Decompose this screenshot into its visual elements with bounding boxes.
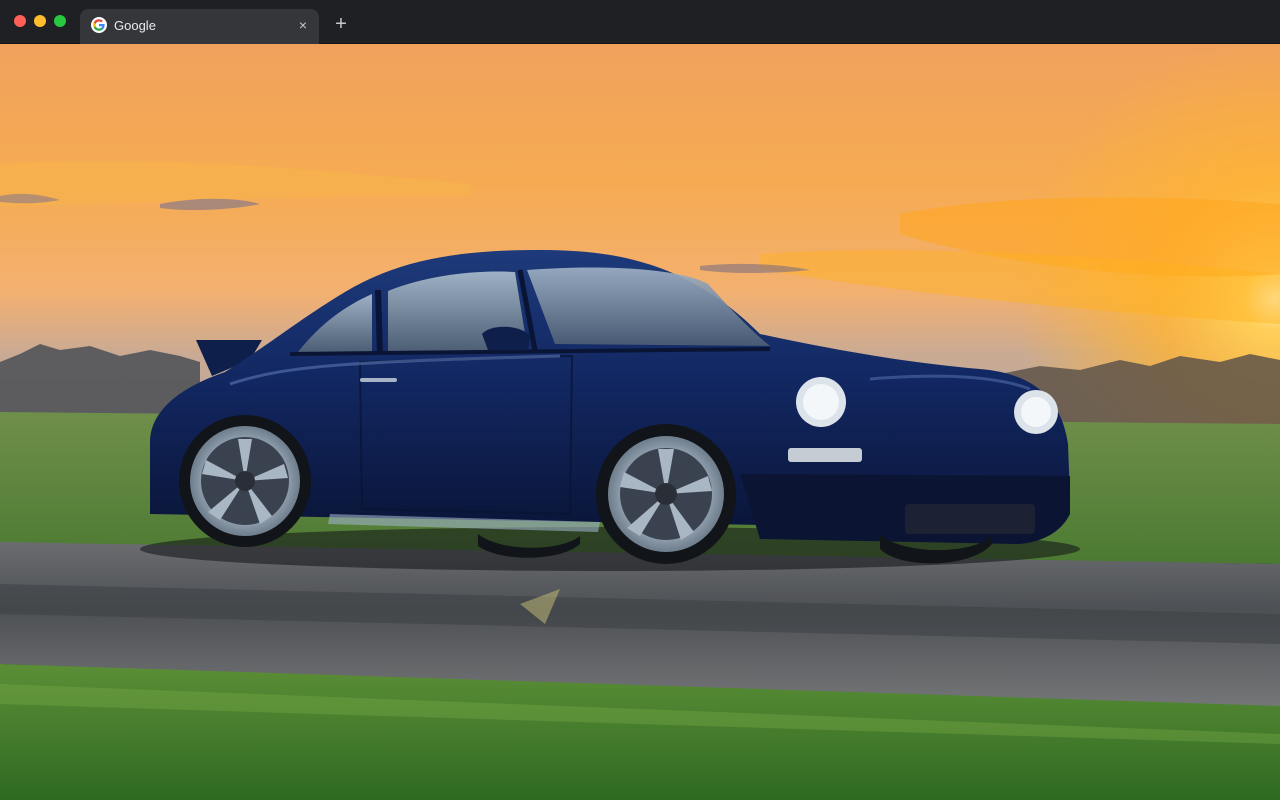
tab-close-icon[interactable]: ×: [295, 17, 311, 33]
tab-title: Google: [114, 18, 156, 33]
page-viewport: [0, 44, 1280, 800]
window-close-button[interactable]: [14, 15, 26, 27]
new-tab-button[interactable]: +: [330, 13, 352, 35]
tab-google[interactable]: Google ×: [80, 9, 319, 44]
tab-strip: Google × +: [0, 0, 1280, 44]
browser-window: Google × +: [0, 0, 1280, 800]
background-wallpaper: [0, 44, 1280, 800]
google-g-icon: [91, 17, 107, 33]
window-maximize-button[interactable]: [54, 15, 66, 27]
window-minimize-button[interactable]: [34, 15, 46, 27]
